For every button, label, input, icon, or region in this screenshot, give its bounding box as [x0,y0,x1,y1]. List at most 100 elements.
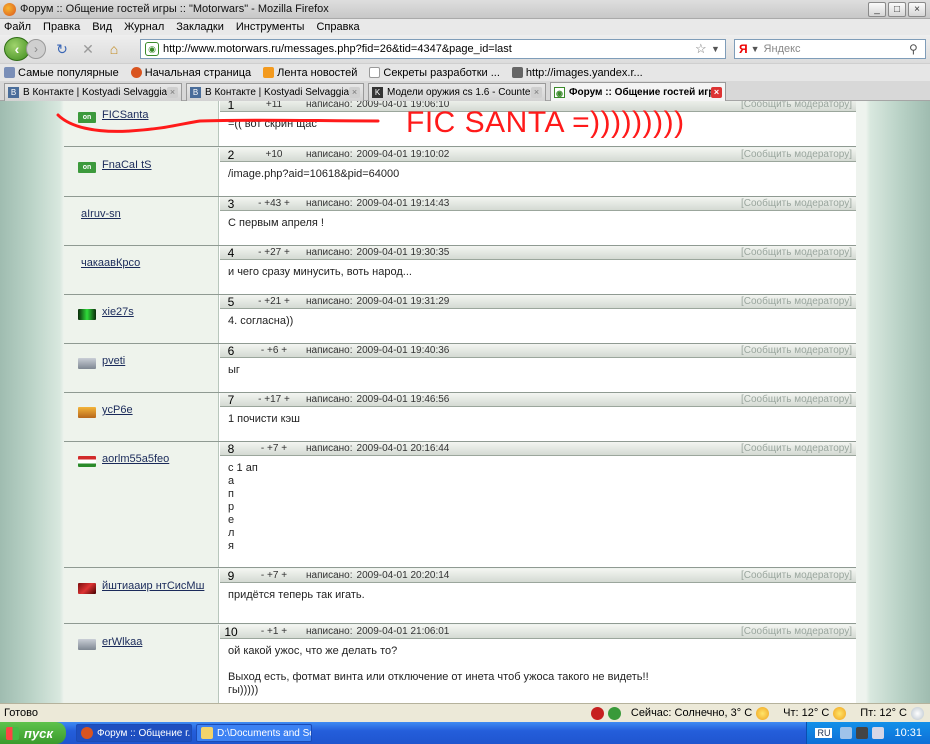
adblock-icon[interactable] [590,706,604,720]
author-nick-link[interactable]: erWlkaa [102,636,212,649]
post-rating[interactable]: - +27 + [242,247,306,258]
firefox-icon [3,2,16,16]
bookmark-item[interactable]: http://images.yandex.r... [511,67,643,79]
menu-file[interactable]: Файл [4,21,31,33]
menu-history[interactable]: Журнал [124,21,164,33]
report-moderator-link[interactable]: [Сообщить модератору] [741,296,852,307]
bookmark-item[interactable]: Секреты разработки ... [369,67,500,79]
image-icon [511,67,523,78]
yandex-icon[interactable]: Я [739,42,748,56]
search-box[interactable]: Я ▼ Яндекс ⚲ [734,39,926,59]
taskbar-item-firefox[interactable]: Форум :: Общение г... [76,724,192,742]
sun-icon [756,706,770,720]
green-addon-icon[interactable] [607,706,621,720]
close-tab-icon[interactable]: × [531,87,542,98]
status-text: Готово [4,707,38,719]
address-bar[interactable]: ◉ http://www.motorwars.ru/messages.php?f… [140,39,726,59]
home-icon[interactable]: ⌂ [104,39,124,59]
post-number[interactable]: 10 [220,625,242,639]
post-number[interactable]: 7 [220,393,242,407]
post-rating[interactable]: - +6 + [242,345,306,356]
author-nick-link[interactable]: pveti [102,355,212,368]
search-input[interactable]: Яндекс [764,43,909,55]
menu-help[interactable]: Справка [316,21,359,33]
post-rating[interactable]: - +7 + [242,570,306,581]
post-rating[interactable]: - +17 + [242,394,306,405]
bookmark-item[interactable]: Самые популярные [4,67,119,79]
post-author-panel: чакаавКрсо [64,246,219,294]
author-nick-link[interactable]: йштиааир нтСисМш [102,580,212,593]
weather-now[interactable]: Сейчас: Солнечно, 3° C [631,706,770,720]
author-nick-link[interactable]: aorlm55a5feo [102,453,212,466]
author-nick-link[interactable]: чакаавКрсо [81,257,191,270]
tab-cs-models[interactable]: K Модели оружия cs 1.6 - Counter-Strike … [368,83,546,101]
bookmark-label: Самые популярные [18,66,119,79]
menu-bar: Файл Правка Вид Журнал Закладки Инструме… [0,19,930,35]
post-rating[interactable]: - +43 + [242,198,306,209]
antivirus-icon[interactable] [856,727,869,739]
chevron-down-icon[interactable]: ▼ [711,44,725,54]
post-number[interactable]: 4 [220,246,242,260]
weather-thu[interactable]: Чт: 12° C [783,706,847,720]
bookmark-item[interactable]: Начальная страница [130,66,252,79]
post-header: 9 - +7 + написано: 2009-04-01 20:20:14 [… [220,569,856,583]
post-number[interactable]: 3 [220,197,242,211]
post-rating[interactable]: - +1 + [242,626,306,637]
start-label: пуск [24,725,53,741]
tab-forum[interactable]: ◉ Форум :: Общение гостей игры... × [550,82,726,101]
post-rating[interactable]: - +7 + [242,443,306,454]
close-tab-icon[interactable]: × [711,86,722,98]
minimize-button[interactable]: _ [868,1,886,17]
shield-icon[interactable] [872,727,885,739]
annotation-text: FIC SANTA =))))))))) [406,106,685,139]
post-rating[interactable]: - +21 + [242,296,306,307]
author-nick-link[interactable]: aIruv-sn [81,208,191,221]
post-date: 2009-04-01 19:40:36 [356,345,450,356]
status-bar: Готово Сейчас: Солнечно, 3° C Чт: 12° C … [0,703,930,722]
author-nick-link[interactable]: xie27s [102,306,212,319]
maximize-button[interactable]: □ [888,1,906,17]
author-nick-link[interactable]: FnaCaI tS [102,159,212,172]
forward-button[interactable]: › [26,39,46,59]
start-button[interactable]: пуск [0,722,66,744]
bookmark-star-icon[interactable]: ☆ [695,41,711,57]
stop-icon[interactable]: ✕ [78,39,98,59]
report-moderator-link[interactable]: [Сообщить модератору] [741,443,852,454]
network-icon[interactable] [840,727,853,739]
post-number[interactable]: 6 [220,344,242,358]
firefox-icon [130,67,142,78]
search-icon[interactable]: ⚲ [909,42,925,56]
reload-icon[interactable]: ↻ [52,39,72,59]
report-moderator-link[interactable]: [Сообщить модератору] [741,247,852,258]
post-number[interactable]: 5 [220,295,242,309]
author-nick-link[interactable]: ycP6e [102,404,212,417]
user-avatar [78,583,96,594]
user-avatar [78,358,96,369]
menu-tools[interactable]: Инструменты [236,21,305,33]
report-moderator-link[interactable]: [Сообщить модератору] [741,345,852,356]
post-number[interactable]: 9 [220,569,242,583]
menu-view[interactable]: Вид [92,21,112,33]
report-moderator-link[interactable]: [Сообщить модератору] [741,570,852,581]
url-text[interactable]: http://www.motorwars.ru/messages.php?fid… [163,43,695,55]
report-moderator-link[interactable]: [Сообщить модератору] [741,198,852,209]
firefox-icon [81,727,93,739]
weather-fri[interactable]: Пт: 12° C [860,706,924,720]
menu-edit[interactable]: Правка [43,21,80,33]
taskbar-item-explorer[interactable]: D:\Documents and Se... [196,724,312,742]
post-header: 3 - +43 + написано: 2009-04-01 19:14:43 … [220,197,856,211]
bookmark-label: Начальная страница [144,66,252,79]
menu-bookmarks[interactable]: Закладки [176,21,224,33]
close-tab-icon[interactable]: × [167,87,178,98]
post-body: ыг [228,364,240,376]
bookmark-item[interactable]: Лента новостей [263,67,357,79]
close-window-button[interactable]: × [908,1,926,17]
tab-vk-1[interactable]: В В Контакте | Kostyadi Selvaggia × [4,83,182,101]
language-indicator[interactable]: RU [815,728,833,738]
report-moderator-link[interactable]: [Сообщить модератору] [741,394,852,405]
tab-vk-2[interactable]: В В Контакте | Kostyadi Selvaggia × [186,83,364,101]
close-tab-icon[interactable]: × [349,87,360,98]
chevron-down-icon[interactable]: ▼ [751,44,760,54]
report-moderator-link[interactable]: [Сообщить модератору] [741,626,852,637]
post-number[interactable]: 8 [220,442,242,456]
